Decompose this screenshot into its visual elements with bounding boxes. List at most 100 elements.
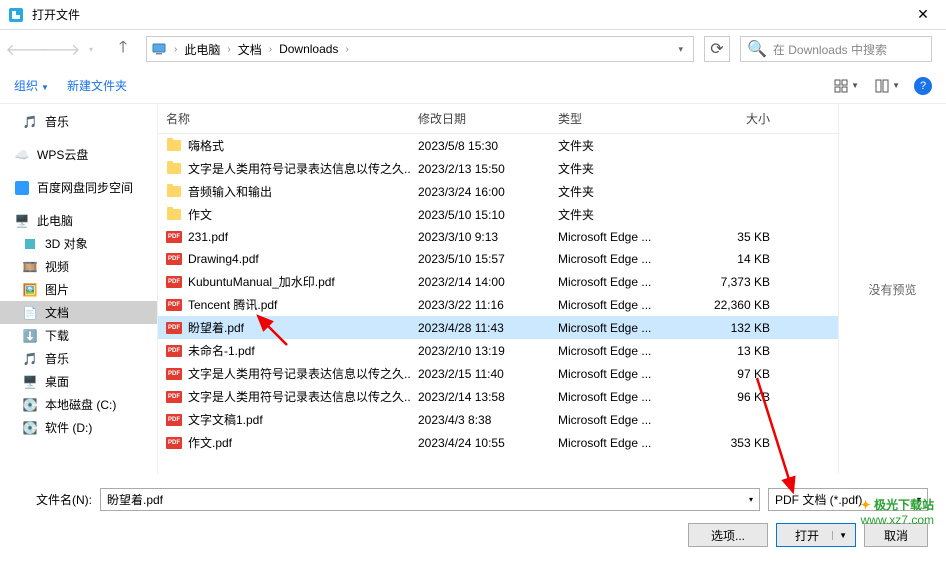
close-button[interactable]: ✕: [908, 6, 938, 23]
file-row[interactable]: PDFKubuntuManual_加水印.pdf2023/2/14 14:00M…: [158, 270, 838, 293]
col-size[interactable]: 大小: [698, 110, 778, 127]
file-name: 未命名-1.pdf: [188, 342, 255, 359]
chevron-down-icon[interactable]: ▾: [749, 495, 753, 504]
back-button[interactable]: 🡐: [14, 36, 40, 62]
file-row[interactable]: 作文2023/5/10 15:10文件夹: [158, 203, 838, 226]
sidebar-item-downloads[interactable]: ⬇️下载: [0, 324, 157, 347]
file-date: 2023/3/10 9:13: [410, 229, 550, 245]
sidebar-item-desktop[interactable]: 🖥️桌面: [0, 370, 157, 393]
file-date: 2023/5/10 15:10: [410, 207, 550, 223]
file-row[interactable]: PDF文字文稿1.pdf2023/4/3 8:38Microsoft Edge …: [158, 408, 838, 431]
file-row[interactable]: 文字是人类用符号记录表达信息以传之久...2023/2/13 15:50文件夹: [158, 157, 838, 180]
file-size: 96 KB: [698, 389, 778, 405]
file-size: [698, 168, 778, 170]
file-type: Microsoft Edge ...: [550, 320, 698, 336]
file-row[interactable]: PDFDrawing4.pdf2023/5/10 15:57Microsoft …: [158, 248, 838, 270]
pdf-icon: PDF: [166, 320, 182, 336]
file-type: Microsoft Edge ...: [550, 343, 698, 359]
forward-button[interactable]: 🡒: [46, 36, 72, 62]
pdf-icon: PDF: [166, 229, 182, 245]
pdf-icon: PDF: [166, 343, 182, 359]
file-row[interactable]: PDF231.pdf2023/3/10 9:13Microsoft Edge .…: [158, 226, 838, 248]
sidebar-item-pictures[interactable]: 🖼️图片: [0, 278, 157, 301]
col-type[interactable]: 类型: [550, 110, 698, 127]
pdf-icon: PDF: [166, 297, 182, 313]
chevron-right-icon: ›: [269, 44, 272, 55]
search-placeholder: 在 Downloads 中搜索: [773, 41, 887, 58]
file-row[interactable]: PDFTencent 腾讯.pdf2023/3/22 11:16Microsof…: [158, 293, 838, 316]
crumb-docs[interactable]: 文档: [234, 39, 266, 60]
music-icon: 🎵: [22, 351, 38, 367]
sidebar-item-3d[interactable]: 3D 对象: [0, 232, 157, 255]
sidebar-item-documents[interactable]: 📄文档: [0, 301, 157, 324]
desktop-icon: 🖥️: [22, 374, 38, 390]
help-button[interactable]: ?: [914, 77, 932, 95]
file-type: Microsoft Edge ...: [550, 389, 698, 405]
file-row[interactable]: PDF作文.pdf2023/4/24 10:55Microsoft Edge .…: [158, 431, 838, 454]
file-type: Microsoft Edge ...: [550, 229, 698, 245]
file-row[interactable]: PDF未命名-1.pdf2023/2/10 13:19Microsoft Edg…: [158, 339, 838, 362]
file-name: 音频输入和输出: [188, 183, 272, 200]
history-dropdown[interactable]: ▾: [78, 36, 104, 62]
refresh-button[interactable]: ⟳: [704, 36, 730, 62]
file-row[interactable]: 音频输入和输出2023/3/24 16:00文件夹: [158, 180, 838, 203]
file-list: 名称 修改日期 类型 大小 嗨格式2023/5/8 15:30文件夹文字是人类用…: [158, 104, 838, 474]
sidebar-item-baidu[interactable]: 百度网盘同步空间: [0, 176, 157, 199]
file-type: Microsoft Edge ...: [550, 366, 698, 382]
organize-menu[interactable]: 组织▼: [14, 77, 49, 94]
breadcrumb-dropdown[interactable]: ▾: [672, 44, 689, 55]
file-date: 2023/2/14 14:00: [410, 274, 550, 290]
preview-text: 没有预览: [868, 281, 916, 298]
sidebar-item-diskc[interactable]: 💽本地磁盘 (C:): [0, 393, 157, 416]
sidebar-item-video[interactable]: 🎞️视频: [0, 255, 157, 278]
pdf-icon: PDF: [166, 366, 182, 382]
sidebar-item-wps[interactable]: ☁️WPS云盘: [0, 143, 157, 166]
file-name: 文字文稿1.pdf: [188, 411, 263, 428]
search-input[interactable]: 🔍 在 Downloads 中搜索: [740, 36, 932, 62]
open-dropdown-icon[interactable]: ▼: [832, 531, 847, 540]
col-name[interactable]: 名称: [158, 110, 410, 127]
file-name: 文字是人类用符号记录表达信息以传之久...: [188, 365, 410, 382]
file-size: 14 KB: [698, 251, 778, 267]
file-type: 文件夹: [550, 136, 698, 155]
file-row[interactable]: 嗨格式2023/5/8 15:30文件夹: [158, 134, 838, 157]
col-date[interactable]: 修改日期: [410, 110, 550, 127]
chevron-right-icon: ›: [227, 44, 230, 55]
preview-toggle-button[interactable]: ▼: [871, 77, 904, 95]
filename-label: 文件名(N):: [18, 491, 92, 508]
file-name: 文字是人类用符号记录表达信息以传之久...: [188, 160, 410, 177]
filename-input[interactable]: 盼望着.pdf ▾: [100, 488, 760, 511]
chevron-down-icon[interactable]: ▾: [917, 495, 921, 504]
sidebar-item-diskd[interactable]: 💽软件 (D:): [0, 416, 157, 439]
file-date: 2023/2/14 13:58: [410, 389, 550, 405]
search-icon: 🔍: [747, 39, 767, 59]
file-date: 2023/3/22 11:16: [410, 297, 550, 313]
sidebar-item-thispc[interactable]: 🖥️此电脑: [0, 209, 157, 232]
file-type: Microsoft Edge ...: [550, 297, 698, 313]
folder-icon: [166, 138, 182, 154]
app-icon: [8, 7, 24, 23]
file-size: 22,360 KB: [698, 297, 778, 313]
cancel-button[interactable]: 取消: [864, 523, 928, 547]
crumb-pc[interactable]: 此电脑: [180, 39, 224, 60]
open-button[interactable]: 打开 ▼: [776, 523, 856, 547]
file-row[interactable]: PDF文字是人类用符号记录表达信息以传之久...2023/2/15 11:40M…: [158, 362, 838, 385]
crumb-downloads[interactable]: Downloads: [275, 40, 342, 58]
disk-icon: 💽: [22, 420, 38, 436]
filetype-combo[interactable]: PDF 文档 (*.pdf) ▾: [768, 488, 928, 511]
sidebar-item-music[interactable]: 🎵音乐: [0, 110, 157, 133]
cube-icon: [22, 236, 38, 252]
file-name: 文字是人类用符号记录表达信息以传之久...: [188, 388, 410, 405]
up-button[interactable]: 🡑: [110, 36, 136, 62]
file-row[interactable]: PDF盼望着.pdf2023/4/28 11:43Microsoft Edge …: [158, 316, 838, 339]
options-button[interactable]: 选项...: [688, 523, 768, 547]
sidebar-item-music2[interactable]: 🎵音乐: [0, 347, 157, 370]
column-headers: 名称 修改日期 类型 大小: [158, 104, 838, 134]
breadcrumb[interactable]: › 此电脑 › 文档 › Downloads › ▾: [146, 36, 694, 62]
file-name: KubuntuManual_加水印.pdf: [188, 273, 335, 290]
new-folder-button[interactable]: 新建文件夹: [67, 77, 127, 94]
file-row[interactable]: PDF文字是人类用符号记录表达信息以传之久...2023/2/14 13:58M…: [158, 385, 838, 408]
file-size: 97 KB: [698, 366, 778, 382]
file-date: 2023/5/10 15:57: [410, 251, 550, 267]
view-mode-button[interactable]: ▼: [830, 77, 863, 95]
